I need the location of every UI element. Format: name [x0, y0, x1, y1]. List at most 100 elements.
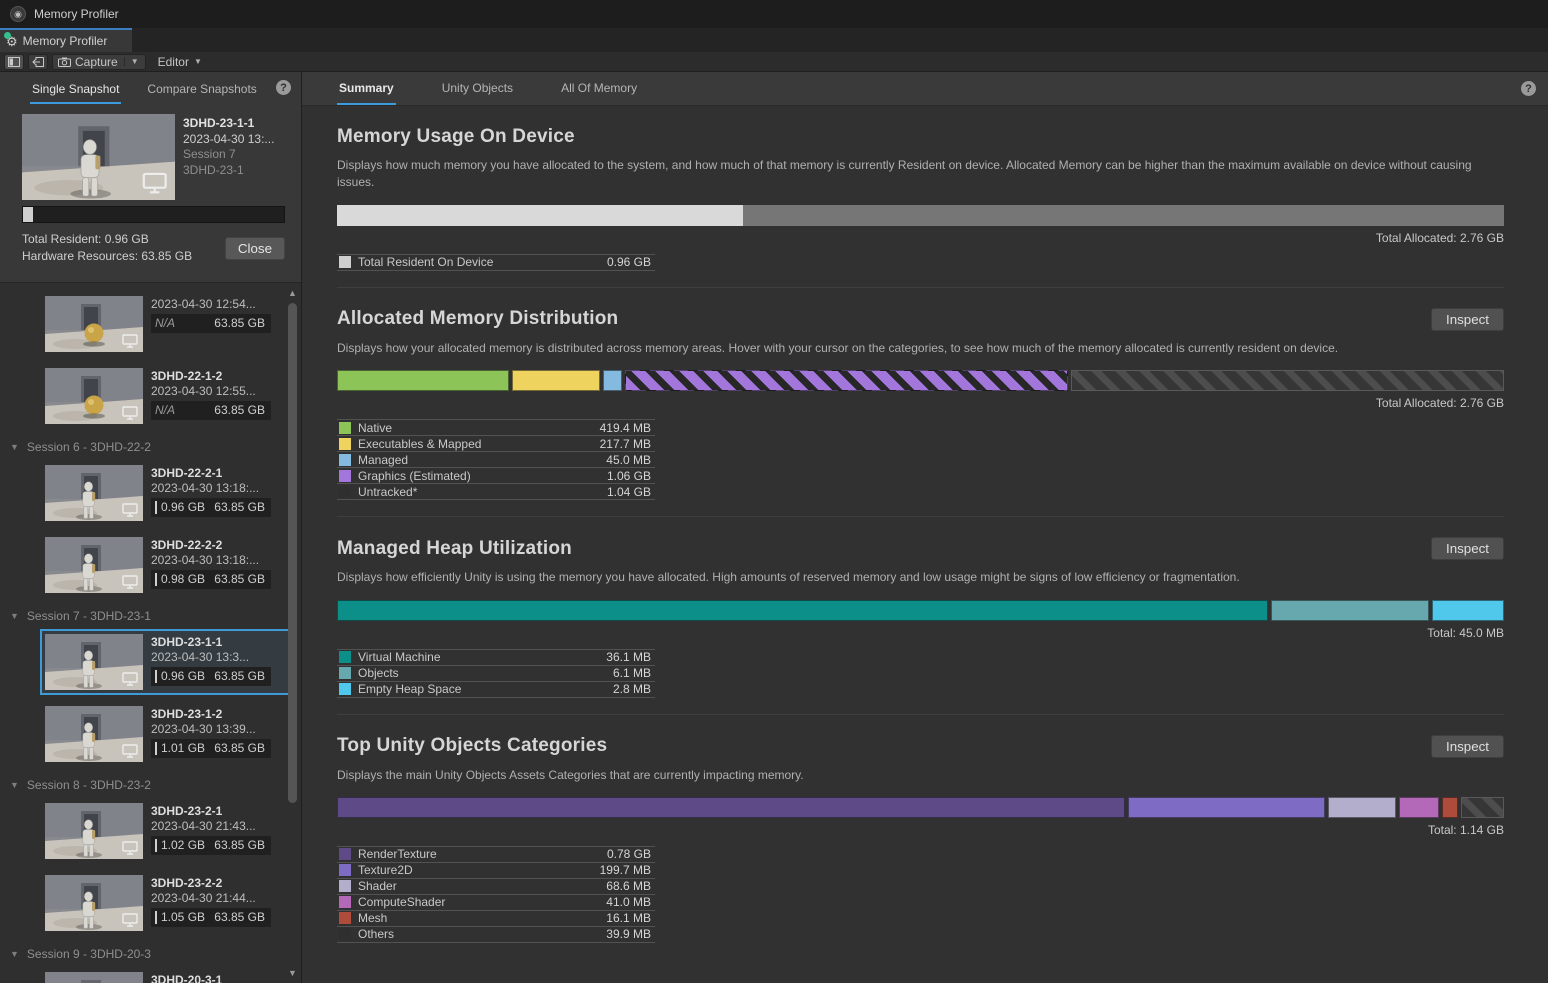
snapshot-date: 2023-04-30 13:18:... — [151, 481, 288, 496]
legend-row[interactable]: ComputeShader41.0 MB — [337, 895, 655, 911]
main-tab-all-of-memory[interactable]: All Of Memory — [559, 72, 639, 105]
inspect-button[interactable]: Inspect — [1431, 735, 1504, 758]
bar-segment-allocated-remainder[interactable] — [743, 205, 1504, 226]
help-icon: ? — [276, 80, 291, 95]
editor-dropdown-label: Editor — [158, 55, 189, 69]
legend-row[interactable]: Executables & Mapped217.7 MB — [337, 436, 655, 452]
collapse-triangle-icon[interactable]: ▼ — [10, 611, 19, 621]
snapshot-list-item[interactable]: 3DHD-22-2-22023-04-30 13:18:...0.98 GB63… — [40, 532, 293, 598]
legend-row[interactable]: Managed45.0 MB — [337, 452, 655, 468]
snapshot-date: 2023-04-30 13:18:... — [151, 553, 288, 568]
scroll-up-icon[interactable]: ▲ — [286, 287, 299, 299]
scrollbar-thumb[interactable] — [288, 303, 297, 803]
legend-row[interactable]: Others39.9 MB — [337, 927, 655, 943]
main-tab-unity-objects[interactable]: Unity Objects — [440, 72, 515, 105]
resident-bar-tick — [155, 573, 157, 586]
snapshot-list-item[interactable]: 3DHD-23-2-12023-04-30 21:43...1.02 GB63.… — [40, 798, 293, 864]
legend-swatch — [339, 880, 351, 892]
session-header[interactable]: ▼Session 7 - 3DHD-23-1 — [0, 604, 301, 627]
bar-segment-texture2d[interactable] — [1128, 797, 1325, 818]
bar-segment-rendertexture[interactable] — [337, 797, 1125, 818]
bar-segment-total-resident-on-device[interactable] — [337, 205, 743, 226]
open-snapshot-memory-bar — [22, 206, 285, 223]
bar-segment-virtual-machine[interactable] — [337, 600, 1268, 621]
bar-segment-objects[interactable] — [1271, 600, 1429, 621]
snapshot-thumbnail — [45, 368, 143, 424]
dock-tab-bar: ⚙ Memory Profiler — [0, 28, 1548, 52]
legend-row[interactable]: Texture2D199.7 MB — [337, 863, 655, 879]
editor-dropdown[interactable]: Editor ▼ — [150, 54, 210, 70]
panel-toggle-button[interactable] — [4, 54, 24, 70]
tab-memory-profiler[interactable]: ⚙ Memory Profiler — [0, 28, 132, 52]
session-header[interactable]: ▼Session 9 - 3DHD-20-3 — [0, 942, 301, 965]
legend-row[interactable]: RenderTexture0.78 GB — [337, 847, 655, 863]
sidebar-tab-single-snapshot[interactable]: Single Snapshot — [30, 74, 121, 104]
snapshot-list-item[interactable]: 3DHD-22-1-22023-04-30 12:55...N/A63.85 G… — [40, 363, 293, 429]
section-title: Top Unity Objects Categories — [337, 735, 607, 757]
snapshot-meta: 3DHD-23-2-22023-04-30 21:44...1.05 GB63.… — [151, 875, 288, 931]
session-header-label: Session 8 - 3DHD-23-2 — [27, 778, 151, 792]
bar-segment-untracked-[interactable] — [1071, 370, 1504, 391]
memory-bar[interactable] — [337, 600, 1504, 621]
sidebar-help-button[interactable]: ? — [276, 80, 291, 95]
collapse-triangle-icon[interactable]: ▼ — [10, 442, 19, 452]
bar-segment-managed[interactable] — [603, 370, 622, 391]
legend-label: Others — [358, 927, 394, 941]
snapshot-list-scrollbar[interactable]: ▲ ▼ — [286, 287, 299, 979]
bar-segment-empty-heap-space[interactable] — [1432, 600, 1504, 621]
legend-row[interactable]: Empty Heap Space2.8 MB — [337, 682, 655, 698]
bar-segment-graphics-estimated-[interactable] — [625, 370, 1069, 391]
legend-swatch — [339, 256, 351, 268]
bar-segment-computeshader[interactable] — [1399, 797, 1439, 818]
capture-button[interactable]: Capture — [53, 55, 124, 69]
memory-bar[interactable] — [337, 370, 1504, 391]
snapshot-list-item[interactable]: 2023-04-30 12:54...N/A63.85 GB — [40, 291, 293, 357]
session-header[interactable]: ▼Session 6 - 3DHD-22-2 — [0, 435, 301, 458]
legend-row[interactable]: Native419.4 MB — [337, 420, 655, 436]
legend-row[interactable]: Shader68.6 MB — [337, 879, 655, 895]
bar-segment-native[interactable] — [337, 370, 509, 391]
memory-bar[interactable] — [337, 205, 1504, 226]
legend-label: Graphics (Estimated) — [358, 469, 471, 483]
bar-segment-shader[interactable] — [1328, 797, 1396, 818]
memory-bar[interactable] — [337, 797, 1504, 818]
legend-row[interactable]: Objects6.1 MB — [337, 666, 655, 682]
legend-row[interactable]: Virtual Machine36.1 MB — [337, 650, 655, 666]
scroll-down-icon[interactable]: ▼ — [286, 967, 299, 979]
legend-row[interactable]: Mesh16.1 MB — [337, 911, 655, 927]
section-title: Allocated Memory Distribution — [337, 308, 618, 330]
bar-segment-mesh[interactable] — [1442, 797, 1458, 818]
snapshot-meta: 2023-04-30 12:54...N/A63.85 GB — [151, 296, 288, 352]
snapshot-list-item[interactable]: 3DHD-23-1-12023-04-30 13:3...0.96 GB63.8… — [40, 629, 293, 695]
snapshot-list-item[interactable]: 3DHD-20-3-12023-04-30 22:01...N/A63.85 G… — [40, 967, 293, 983]
section-title: Managed Heap Utilization — [337, 538, 572, 560]
bar-segment-others[interactable] — [1461, 797, 1504, 818]
sidebar-tab-compare-snapshots[interactable]: Compare Snapshots — [145, 74, 258, 104]
legend-row[interactable]: Total Resident On Device0.96 GB — [337, 255, 655, 271]
open-snapshot-card[interactable]: 3DHD-23-1-1 2023-04-30 13:... Session 7 … — [0, 106, 301, 276]
snapshot-list-item[interactable]: 3DHD-22-2-12023-04-30 13:18:...0.96 GB63… — [40, 460, 293, 526]
session-header[interactable]: ▼ Session 8 - 3DHD-23-2 — [0, 773, 301, 796]
main-help-button[interactable]: ? — [1521, 81, 1536, 96]
legend-value: 199.7 MB — [600, 863, 651, 877]
snapshot-list-item[interactable]: 3DHD-23-1-22023-04-30 13:39...1.01 GB63.… — [40, 701, 293, 767]
legend-label: Executables & Mapped — [358, 437, 481, 451]
main-tab-summary[interactable]: Summary — [337, 72, 396, 105]
collapse-triangle-icon[interactable]: ▼ — [10, 949, 19, 959]
inspect-button[interactable]: Inspect — [1431, 308, 1504, 331]
legend-row[interactable]: Untracked*1.04 GB — [337, 484, 655, 500]
snapshot-list-item[interactable]: 3DHD-23-2-22023-04-30 21:44...1.05 GB63.… — [40, 870, 293, 936]
resident-bar-tick — [155, 501, 157, 514]
legend-value: 16.1 MB — [606, 911, 651, 925]
import-snapshot-button[interactable] — [28, 54, 48, 70]
legend-row[interactable]: Graphics (Estimated)1.06 GB — [337, 468, 655, 484]
collapse-triangle-icon[interactable]: ▼ — [10, 780, 19, 790]
bar-segment-executables-mapped[interactable] — [512, 370, 601, 391]
camera-icon — [58, 57, 71, 67]
legend-label: Total Resident On Device — [358, 255, 493, 269]
section-allocated-memory-distribution: Allocated Memory DistributionInspectDisp… — [337, 287, 1504, 500]
close-snapshot-button[interactable]: Close — [225, 237, 285, 260]
legend-swatch — [339, 864, 351, 876]
capture-dropdown-arrow[interactable]: ▼ — [124, 57, 145, 66]
inspect-button[interactable]: Inspect — [1431, 537, 1504, 560]
